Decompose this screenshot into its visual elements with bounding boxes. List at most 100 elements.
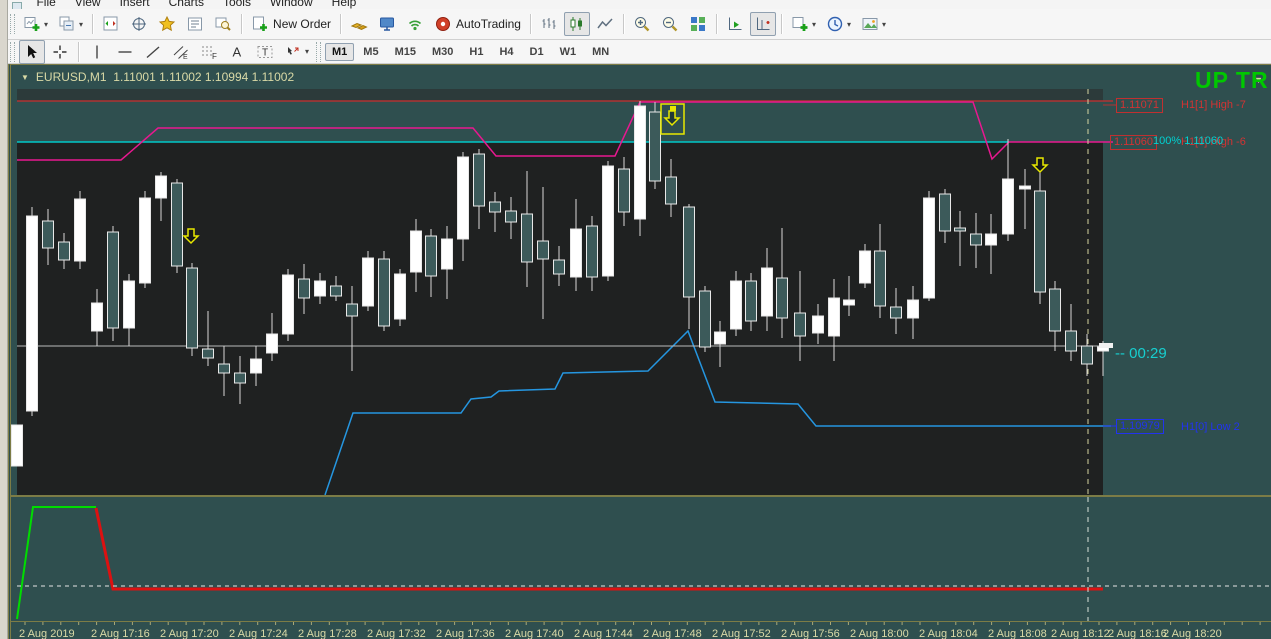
text-label-button[interactable]: T [252,40,278,64]
chart-shift-button[interactable] [749,12,776,36]
candle [954,227,966,232]
timeframe-h1-button[interactable]: H1 [462,43,490,61]
indicator-panel[interactable]: M1 Volatility quality -0.0000 -0.0000 [11,497,1271,621]
svg-text:E: E [183,54,188,61]
price-chart-canvas[interactable] [11,89,1271,495]
toolbar-separator [622,14,624,34]
menu-charts[interactable]: Charts [169,0,204,9]
time-axis-label: 2 Aug 17:24 [229,628,288,639]
candle [602,165,614,277]
menu-view[interactable]: View [75,0,101,9]
candle [730,280,742,330]
equidistant-channel-button[interactable]: E [168,40,194,64]
timeframe-m1-button[interactable]: M1 [325,42,355,61]
timeframe-m30-button[interactable]: M30 [425,43,460,61]
menu-insert[interactable]: Insert [120,0,150,9]
zoom-out-button[interactable] [657,12,683,36]
candle [794,312,806,337]
chart-bars-button[interactable] [536,12,562,36]
volatility-indicator-plot[interactable] [11,497,1271,621]
cursor-button[interactable] [19,39,45,64]
signals-button[interactable] [402,12,428,36]
high0-price-label: 1.11060 [1110,135,1157,150]
autotrading-button[interactable]: AutoTrading [430,12,525,36]
time-axis[interactable]: 2 Aug 2019 2 Aug 17:16 2 Aug 17:20 2 Aug 17… [11,621,1271,639]
data-window-button[interactable] [126,12,152,36]
chart-line-button[interactable] [592,12,618,36]
cursor-icon [23,43,41,61]
equidistant-channel-icon: E [172,43,190,61]
candle [457,156,469,240]
zoom-in-button[interactable] [629,12,655,36]
timeframe-w1-button[interactable]: W1 [553,43,584,61]
profiles-button[interactable]: ▾ [54,12,87,36]
time-axis-label: 2 Aug 17:44 [574,628,633,639]
menu-tools[interactable]: Tools [223,0,251,9]
vertical-line-button[interactable] [84,40,110,64]
fibonacci-button[interactable]: F [196,40,222,64]
time-axis-label: 2 Aug 17:28 [298,628,357,639]
svg-text:A: A [233,44,242,59]
timeframe-m5-button[interactable]: M5 [356,43,385,61]
horizontal-line-button[interactable] [112,40,138,64]
chevron-down-icon[interactable]: ▾ [305,47,309,56]
chevron-down-icon[interactable]: ▾ [847,20,851,29]
trend-line-button[interactable] [140,40,166,64]
timeframe-d1-button[interactable]: D1 [523,43,551,61]
new-chart-icon [23,15,41,33]
candle [11,424,23,467]
candle [505,210,517,223]
app-icon [12,2,22,9]
new-order-button[interactable]: New Order [247,12,335,36]
candle [362,257,374,307]
fibonacci-icon: F [200,43,218,61]
auto-scroll-button[interactable] [722,12,748,36]
time-axis-label: 2 Aug 17:16 [91,628,150,639]
toolbar-drag-handle [316,41,322,62]
candle [107,231,119,329]
candle [1019,185,1031,190]
chevron-down-icon[interactable]: ▾ [44,20,48,29]
candle [123,280,135,329]
timeframe-mn-button[interactable]: MN [585,43,616,61]
timeframe-h4-button[interactable]: H4 [492,43,520,61]
time-axis-label: 2 Aug 17:52 [712,628,771,639]
toolbar-separator [780,14,782,34]
timeframe-m15-button[interactable]: M15 [388,43,423,61]
navigator-button[interactable] [154,12,180,36]
candle [985,233,997,246]
candle [26,215,38,412]
menu-bar: File View Insert Charts Tools Window Help [8,0,1271,9]
candle [394,273,406,320]
tile-windows-button[interactable] [685,12,711,36]
templates-button[interactable]: ▾ [857,12,890,36]
text-button[interactable]: A [224,40,250,64]
indicators-button[interactable]: ▾ [787,12,820,36]
auto-scroll-icon [726,15,744,33]
menu-window[interactable]: Window [270,0,313,9]
candlestick-plot[interactable] [11,89,1271,495]
chevron-down-icon[interactable]: ▾ [812,20,816,29]
menu-file[interactable]: File [36,0,55,9]
metaquotes-button[interactable] [346,12,372,36]
candle [346,303,358,317]
candle [171,182,183,267]
chevron-down-icon[interactable]: ▾ [79,20,83,29]
market-watch-icon [102,15,120,33]
chart-candles-button[interactable] [563,12,590,36]
metaeditor-button[interactable] [374,12,400,36]
new-chart-button[interactable]: ▾ [19,12,52,36]
candle [202,348,214,359]
strategy-tester-button[interactable] [210,12,236,36]
crosshair-button[interactable] [47,40,73,64]
chevron-down-icon[interactable]: ▾ [882,20,886,29]
market-watch-button[interactable] [98,12,124,36]
arrows-button[interactable]: ▾ [280,40,313,64]
periods-button[interactable]: ▾ [822,12,855,36]
chart-collapse-icon[interactable]: ▼ [21,73,29,82]
chart-bars-icon [540,15,558,33]
terminal-button[interactable] [182,12,208,36]
svg-text:F: F [212,52,217,61]
candle [874,250,886,307]
menu-help[interactable]: Help [332,0,357,9]
